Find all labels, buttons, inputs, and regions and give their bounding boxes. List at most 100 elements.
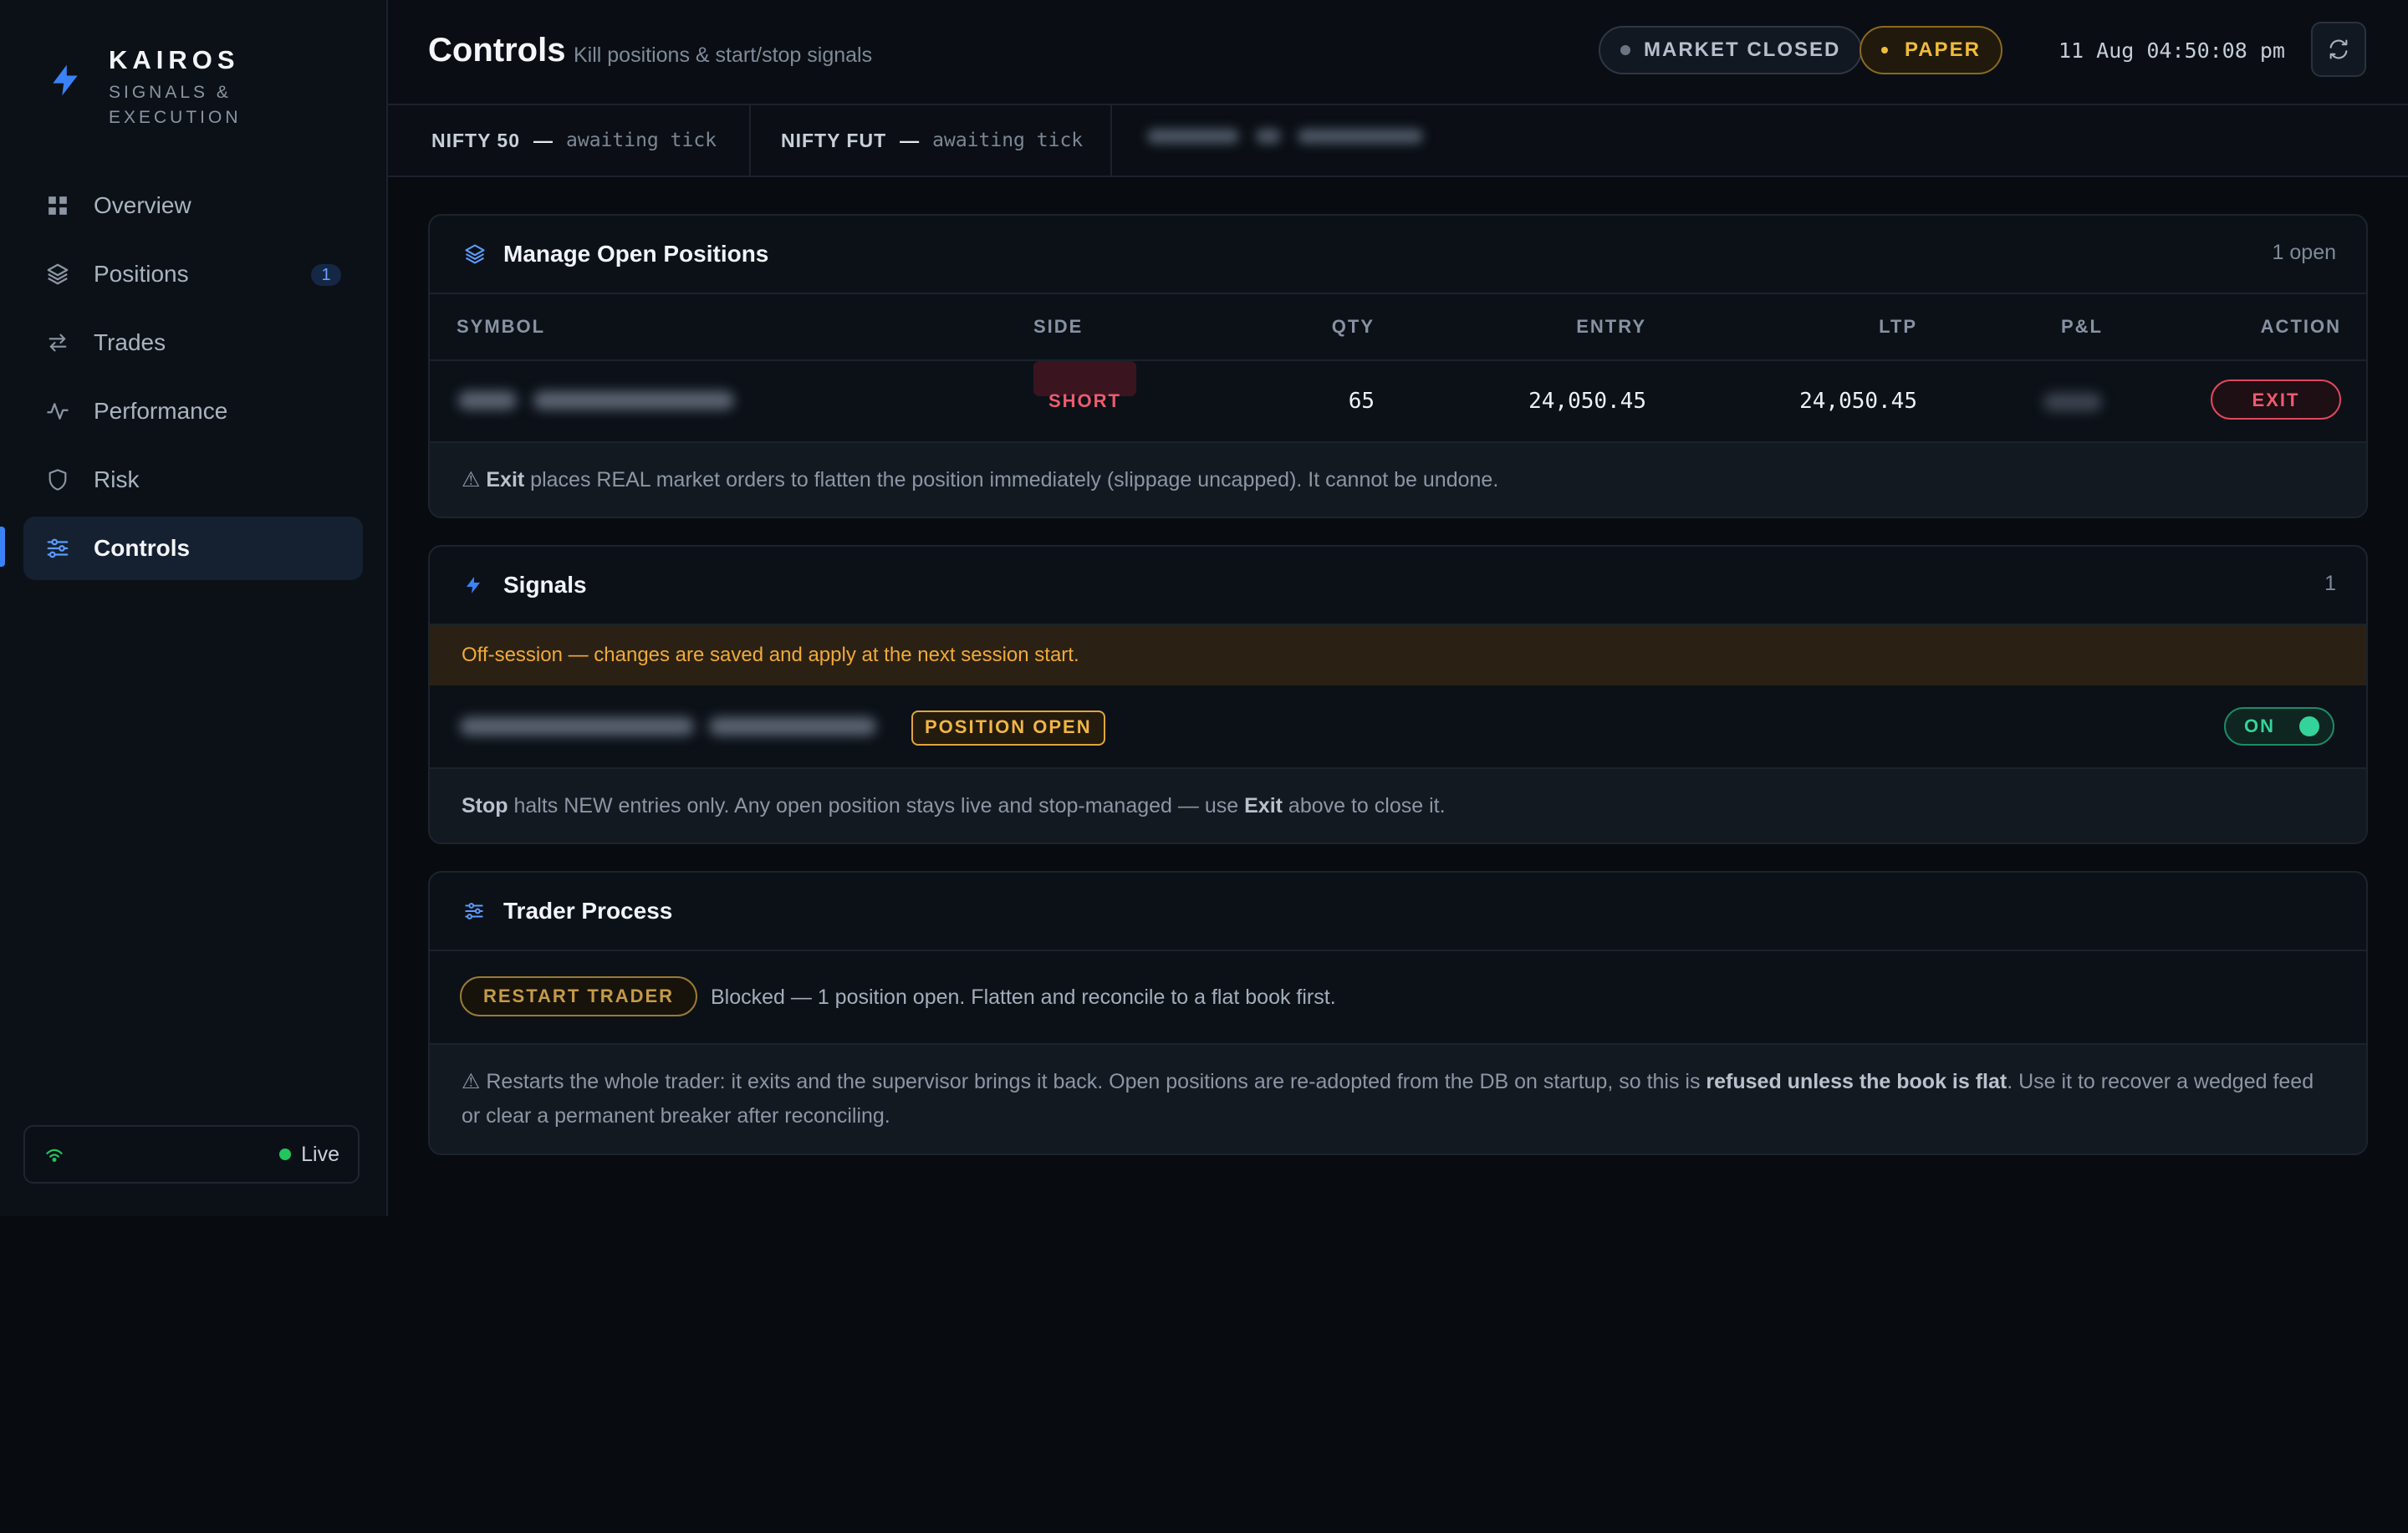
note-emphasis: refused unless the book is flat bbox=[1706, 1070, 2008, 1093]
sidebar-item-label: Positions bbox=[94, 261, 189, 287]
positions-card: Manage Open Positions 1 open SYMBOL SIDE… bbox=[428, 214, 2368, 518]
entry-cell: 24,050.45 bbox=[1528, 389, 1646, 414]
refresh-icon bbox=[2329, 39, 2348, 59]
live-indicator: Live bbox=[279, 1143, 339, 1167]
ticker-item: NIFTY FUT — awaiting tick bbox=[781, 105, 1083, 176]
signals-card-header: Signals 1 bbox=[430, 547, 2366, 625]
ticker-state: awaiting tick bbox=[566, 130, 717, 151]
exit-button[interactable]: EXIT bbox=[2211, 379, 2341, 420]
column-header-qty: QTY bbox=[1331, 316, 1375, 337]
sidebar-item-performance[interactable]: Performance bbox=[23, 379, 363, 443]
column-header-action: ACTION bbox=[2260, 316, 2341, 337]
ticker-divider bbox=[749, 105, 751, 176]
ticker-item: NIFTY 50 — awaiting tick bbox=[431, 105, 717, 176]
signal-row: POSITION OPEN ON bbox=[430, 685, 2366, 769]
live-label: Live bbox=[301, 1142, 339, 1166]
table-row: SHORT 65 24,050.45 24,050.45 EXIT bbox=[430, 361, 2366, 443]
note-text: above to close it. bbox=[1282, 794, 1446, 817]
signals-card-title: Signals bbox=[503, 572, 587, 598]
trading-mode-dot bbox=[1881, 47, 1888, 53]
signals-count: 1 bbox=[2324, 572, 2336, 595]
positions-count-badge: 1 bbox=[311, 264, 341, 286]
trading-mode-badge: PAPER bbox=[1860, 26, 2002, 74]
page-title: Controls bbox=[428, 32, 566, 69]
bolt-icon bbox=[53, 64, 78, 96]
trader-process-card: Trader Process RESTART TRADER Blocked — … bbox=[428, 871, 2368, 1155]
restart-blocked-message: Blocked — 1 position open. Flatten and r… bbox=[711, 986, 1336, 1009]
ltp-cell: 24,050.45 bbox=[1799, 389, 1917, 414]
ticker-name: NIFTY FUT bbox=[781, 129, 887, 151]
trading-mode-label: PAPER bbox=[1905, 38, 1981, 61]
ticker-bar: NIFTY 50 — awaiting tick NIFTY FUT — awa… bbox=[388, 105, 2408, 177]
sidebar-item-trades[interactable]: Trades bbox=[23, 311, 363, 374]
market-status-dot bbox=[1620, 45, 1630, 55]
sidebar-item-label: Controls bbox=[94, 535, 191, 561]
page-subtitle: Kill positions & start/stop signals bbox=[574, 43, 873, 67]
restart-trader-button[interactable]: RESTART TRADER bbox=[460, 976, 698, 1016]
ticker-divider bbox=[1110, 105, 1112, 176]
ticker-dash: — bbox=[900, 129, 920, 151]
note-emphasis: Stop bbox=[462, 794, 508, 817]
position-open-badge: POSITION OPEN bbox=[911, 710, 1105, 746]
positions-card-title: Manage Open Positions bbox=[503, 241, 769, 267]
sidebar-item-overview[interactable]: Overview bbox=[23, 174, 363, 237]
live-dot bbox=[279, 1148, 292, 1160]
swap-icon bbox=[45, 330, 70, 355]
sidebar-item-controls[interactable]: Controls bbox=[23, 517, 363, 580]
brand-subtitle: SIGNALS & EXECUTION bbox=[109, 83, 242, 127]
wifi-icon bbox=[46, 1148, 63, 1162]
note-text: places REAL market orders to flatten the… bbox=[524, 468, 1499, 491]
column-header-symbol: SYMBOL bbox=[457, 316, 546, 337]
sidebar: KAIROS SIGNALS & EXECUTION Overview Posi… bbox=[0, 0, 388, 1216]
sliders-icon bbox=[463, 899, 488, 924]
side-badge: SHORT bbox=[1033, 361, 1136, 411]
qty-cell: 65 bbox=[1348, 389, 1375, 414]
toggle-label: ON bbox=[2244, 716, 2275, 736]
signal-name-redacted bbox=[460, 717, 891, 736]
top-header: Controls Kill positions & start/stop sig… bbox=[388, 0, 2408, 105]
trader-note: ⚠ Restarts the whole trader: it exits an… bbox=[430, 1045, 2366, 1154]
market-status-badge: MARKET CLOSED bbox=[1599, 26, 1863, 74]
pnl-redacted bbox=[2043, 393, 2102, 411]
note-text: halts NEW entries only. Any open positio… bbox=[508, 794, 1245, 817]
positions-card-header: Manage Open Positions 1 open bbox=[430, 216, 2366, 294]
sidebar-item-positions[interactable]: Positions 1 bbox=[23, 242, 363, 306]
signals-note: Stop halts NEW entries only. Any open po… bbox=[430, 769, 2366, 843]
warning-icon: ⚠ bbox=[462, 468, 481, 491]
ticker-state: awaiting tick bbox=[932, 130, 1084, 151]
sidebar-item-risk[interactable]: Risk bbox=[23, 448, 363, 512]
market-status-label: MARKET CLOSED bbox=[1644, 38, 1841, 61]
sidebar-item-label: Risk bbox=[94, 466, 140, 492]
signal-toggle[interactable]: ON bbox=[2224, 707, 2334, 746]
signals-card: Signals 1 Off-session — changes are save… bbox=[428, 545, 2368, 844]
ticker-item-redacted bbox=[1147, 129, 1440, 152]
bolt-icon bbox=[463, 573, 488, 598]
shield-icon bbox=[45, 467, 70, 492]
active-nav-indicator bbox=[0, 527, 5, 567]
column-header-side: SIDE bbox=[1033, 316, 1084, 337]
brand: KAIROS SIGNALS & EXECUTION bbox=[47, 42, 259, 130]
sliders-icon bbox=[45, 536, 70, 561]
column-header-ltp: LTP bbox=[1879, 316, 1917, 337]
layers-icon bbox=[45, 262, 70, 287]
column-header-entry: ENTRY bbox=[1576, 316, 1646, 337]
ticker-dash: — bbox=[533, 129, 553, 151]
connection-status: Live bbox=[23, 1125, 360, 1184]
sidebar-nav: Overview Positions 1 Trades Performance bbox=[23, 174, 363, 585]
sidebar-item-label: Performance bbox=[94, 398, 228, 424]
note-emphasis: Exit bbox=[486, 468, 525, 491]
restart-row: RESTART TRADER Blocked — 1 position open… bbox=[430, 951, 2366, 1045]
toggle-knob bbox=[2299, 716, 2319, 736]
sidebar-item-label: Trades bbox=[94, 329, 166, 355]
layers-icon bbox=[463, 242, 488, 267]
clock: 11 Aug 04:50:08 pm bbox=[2059, 38, 2285, 63]
grid-icon bbox=[45, 193, 70, 218]
activity-icon bbox=[45, 399, 70, 424]
positions-warning-note: ⚠ Exit places REAL market orders to flat… bbox=[430, 443, 2366, 517]
off-session-banner: Off-session — changes are saved and appl… bbox=[430, 625, 2366, 685]
refresh-button[interactable] bbox=[2311, 22, 2366, 77]
column-header-pnl: P&L bbox=[2061, 316, 2103, 337]
symbol-redacted bbox=[458, 391, 751, 410]
trader-card-title: Trader Process bbox=[503, 898, 673, 924]
trader-card-header: Trader Process bbox=[430, 873, 2366, 951]
